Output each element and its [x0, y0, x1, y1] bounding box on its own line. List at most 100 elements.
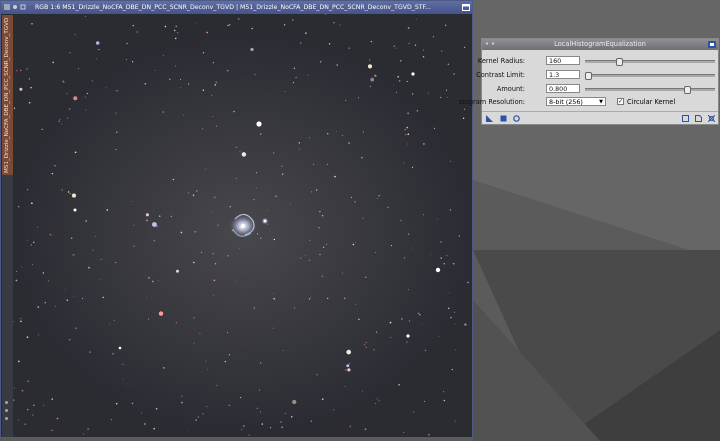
amount-slider[interactable]	[585, 86, 715, 94]
star	[42, 272, 45, 274]
star	[273, 293, 275, 294]
star	[414, 44, 417, 46]
star	[333, 22, 335, 24]
star	[298, 148, 300, 150]
star	[147, 318, 150, 320]
reset-icon[interactable]	[513, 115, 520, 122]
amount-input[interactable]: 0.800	[546, 84, 580, 93]
preview-icon[interactable]	[682, 115, 689, 122]
panel-menu-dots[interactable]: • •	[485, 39, 495, 50]
star	[318, 227, 320, 229]
astro-image-canvas[interactable]	[13, 14, 472, 437]
star	[451, 368, 453, 371]
star	[407, 133, 410, 135]
image-window-titlebar[interactable]: RGB 1:6 M51_Drizzle_NoCFA_DBE_DN_PCC_SCN…	[1, 1, 472, 14]
star	[423, 400, 425, 402]
contrast-limit-label: Contrast Limit:	[476, 71, 525, 79]
shade-icon[interactable]	[708, 41, 716, 48]
amount-knob[interactable]	[684, 86, 692, 94]
star	[239, 247, 240, 249]
star	[349, 425, 352, 428]
contrast-limit-knob[interactable]	[585, 72, 592, 80]
star	[254, 73, 256, 75]
star	[275, 195, 277, 197]
new-instance-icon[interactable]	[486, 115, 493, 122]
kernel-radius-slider[interactable]	[585, 58, 715, 66]
star	[449, 160, 451, 162]
expand-icon[interactable]	[708, 115, 715, 122]
image-window[interactable]: RGB 1:6 M51_Drizzle_NoCFA_DBE_DN_PCC_SCN…	[0, 0, 473, 438]
star	[239, 227, 242, 230]
star	[454, 420, 456, 422]
star	[463, 46, 466, 49]
star	[335, 130, 337, 132]
apply-icon[interactable]	[500, 115, 507, 122]
star	[298, 142, 300, 144]
star	[88, 266, 90, 269]
star	[162, 111, 164, 113]
star	[374, 252, 376, 254]
star	[407, 27, 410, 29]
star	[116, 90, 118, 92]
star	[158, 311, 164, 316]
star	[358, 97, 360, 99]
kernel-radius-knob[interactable]	[616, 58, 623, 66]
star	[272, 327, 274, 329]
star	[462, 117, 465, 119]
side-handles[interactable]	[5, 401, 9, 425]
star	[61, 123, 62, 125]
star	[173, 29, 176, 32]
star	[211, 212, 213, 213]
pin-icon[interactable]	[12, 4, 18, 10]
star	[195, 190, 198, 192]
star	[73, 295, 75, 297]
document-icon[interactable]	[695, 115, 702, 122]
star	[345, 99, 347, 101]
star	[38, 334, 40, 336]
star	[273, 238, 275, 241]
star	[172, 178, 175, 181]
star	[197, 416, 199, 418]
star	[51, 172, 54, 175]
star	[377, 198, 378, 199]
star	[73, 254, 75, 256]
maximize-icon[interactable]	[462, 4, 470, 11]
star	[369, 85, 372, 88]
star	[389, 321, 392, 324]
histogram-resolution-select[interactable]: 8-bit (256) ▼	[546, 97, 606, 106]
star	[144, 82, 147, 85]
kernel-radius-input[interactable]: 160	[546, 56, 580, 65]
star	[113, 320, 115, 321]
star	[410, 247, 412, 249]
view-identifier-tab[interactable]: M51_Drizzle_NoCFA_DBE_DN_PCC_SCNR_Deconv…	[2, 15, 13, 175]
star	[273, 152, 275, 154]
star	[347, 368, 351, 372]
star	[362, 390, 363, 392]
star	[66, 93, 68, 95]
star	[152, 222, 157, 227]
contrast-limit-slider[interactable]	[585, 72, 715, 80]
star	[437, 218, 439, 220]
amount-label: Amount:	[496, 85, 525, 93]
star	[310, 420, 312, 422]
star	[453, 73, 455, 75]
bright-star	[406, 334, 410, 338]
star	[292, 82, 294, 84]
star	[13, 399, 15, 401]
star	[376, 398, 378, 400]
link-icon[interactable]	[20, 4, 26, 10]
circular-kernel-checkbox[interactable]: ✓	[617, 98, 624, 105]
star	[33, 241, 35, 243]
circular-kernel-label: Circular Kernel	[627, 98, 676, 106]
window-menu-icon[interactable]	[4, 4, 10, 10]
star	[181, 395, 183, 397]
contrast-limit-input[interactable]: 1.3	[546, 70, 580, 79]
star	[395, 47, 397, 49]
process-panel[interactable]: • • LocalHistogramEqualization Kernel Ra…	[459, 38, 719, 125]
star	[403, 432, 405, 433]
star	[52, 61, 54, 64]
star	[400, 220, 402, 222]
star	[85, 109, 87, 111]
star	[136, 31, 138, 33]
process-panel-titlebar[interactable]: • • LocalHistogramEqualization	[482, 39, 718, 50]
